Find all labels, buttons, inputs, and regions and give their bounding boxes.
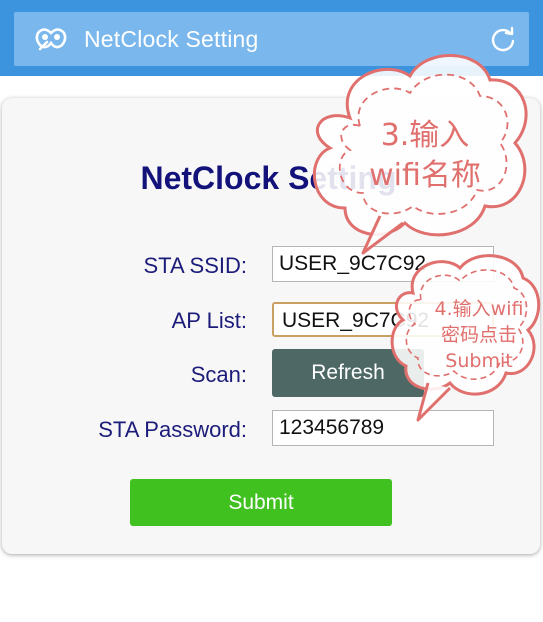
step4-annotation: 4.输入wifi 密码点击 Submit bbox=[420, 296, 538, 374]
step4-line2: 密码点击 bbox=[440, 324, 517, 346]
scan-label: Scan: bbox=[190, 362, 247, 387]
sta-password-label: STA Password: bbox=[98, 417, 247, 442]
submit-button[interactable]: Submit bbox=[130, 479, 392, 526]
step3-annotation: 3.输入 wifi名称 bbox=[345, 116, 505, 196]
step3-line1: 3.输入 bbox=[380, 118, 470, 153]
mask-logo-icon bbox=[35, 28, 67, 51]
step3-line2: wifi名称 bbox=[369, 158, 481, 193]
step4-line1: 4.输入wifi bbox=[434, 298, 524, 320]
sta-ssid-label: STA SSID: bbox=[143, 253, 247, 278]
app-title: NetClock Setting bbox=[84, 26, 259, 52]
step4-line3: Submit bbox=[445, 350, 513, 372]
ap-list-label: AP List: bbox=[171, 308, 247, 333]
